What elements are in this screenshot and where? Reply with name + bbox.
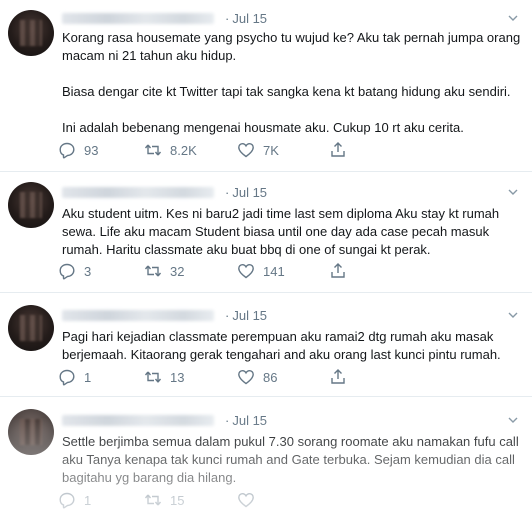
like-button[interactable]: 86: [237, 368, 329, 386]
like-count: 7K: [263, 142, 279, 158]
author-name-blurred[interactable]: [62, 414, 214, 426]
reply-button[interactable]: 3: [58, 262, 144, 280]
caret-down-icon[interactable]: [508, 187, 518, 197]
tweet-2[interactable]: · Jul 15 Aku student uitm. Kes ni baru2 …: [0, 172, 532, 293]
caret-down-icon[interactable]: [508, 415, 518, 425]
action-bar: 1 13 86: [58, 368, 415, 386]
caret-down-icon[interactable]: [508, 13, 518, 23]
reply-button[interactable]: 1: [58, 368, 144, 386]
author-name-blurred[interactable]: [62, 12, 214, 24]
reply-icon: [59, 263, 75, 280]
retweet-button[interactable]: 8.2K: [144, 141, 237, 159]
share-button[interactable]: [329, 262, 415, 280]
reply-button[interactable]: 1: [58, 491, 144, 509]
retweet-count: 8.2K: [170, 142, 197, 158]
reply-count: 93: [84, 142, 99, 158]
retweet-icon: [144, 265, 162, 277]
tweet-4[interactable]: · Jul 15 Settle berjimba semua dalam puk…: [0, 397, 532, 530]
like-icon: [238, 492, 254, 508]
share-icon: [331, 263, 345, 278]
retweet-icon: [144, 144, 162, 156]
like-icon: [238, 263, 254, 279]
avatar[interactable]: [8, 182, 54, 228]
timestamp[interactable]: Jul 15: [232, 308, 267, 323]
tweet-header: · Jul 15: [62, 306, 267, 324]
retweet-icon: [144, 494, 162, 506]
reply-count: 1: [84, 369, 92, 385]
author-name-blurred[interactable]: [62, 186, 214, 198]
like-button[interactable]: [237, 491, 329, 509]
timestamp[interactable]: Jul 15: [232, 413, 267, 428]
tweet-text: Aku student uitm. Kes ni baru2 jadi time…: [62, 206, 500, 257]
separator: ·: [225, 412, 230, 428]
tweet-header: · Jul 15: [62, 411, 267, 429]
avatar[interactable]: [8, 10, 54, 56]
avatar[interactable]: [8, 305, 54, 351]
like-button[interactable]: 7K: [237, 141, 329, 159]
retweet-icon: [144, 371, 162, 383]
retweet-button[interactable]: 15: [144, 491, 237, 509]
separator: ·: [225, 10, 230, 26]
tweet-text: Settle berjimba semua dalam pukul 7.30 s…: [62, 434, 519, 485]
retweet-count: 13: [170, 369, 185, 385]
timestamp[interactable]: Jul 15: [232, 185, 267, 200]
like-icon: [238, 142, 254, 158]
retweet-count: 32: [170, 263, 185, 279]
separator: ·: [225, 184, 230, 200]
like-count: 86: [263, 369, 278, 385]
action-bar: 93 8.2K 7K: [58, 141, 415, 159]
like-button[interactable]: 141: [237, 262, 329, 280]
reply-count: 1: [84, 492, 92, 508]
action-bar: 1 15: [58, 491, 329, 509]
reply-count: 3: [84, 263, 92, 279]
tweet-3[interactable]: · Jul 15 Pagi hari kejadian classmate pe…: [0, 293, 532, 397]
retweet-button[interactable]: 13: [144, 368, 237, 386]
share-button[interactable]: [329, 368, 415, 386]
retweet-count: 15: [170, 492, 185, 508]
like-icon: [238, 369, 254, 385]
tweet-1[interactable]: · Jul 15 Korang rasa housemate yang psyc…: [0, 0, 532, 172]
share-icon: [331, 369, 345, 384]
tweet-header: · Jul 15: [62, 183, 267, 201]
like-count: 141: [263, 263, 285, 279]
avatar[interactable]: [8, 409, 54, 455]
reply-icon: [59, 369, 75, 386]
reply-icon: [59, 492, 75, 509]
author-name-blurred[interactable]: [62, 309, 214, 321]
caret-down-icon[interactable]: [508, 310, 518, 320]
share-icon: [331, 142, 345, 157]
timestamp[interactable]: Jul 15: [232, 11, 267, 26]
retweet-button[interactable]: 32: [144, 262, 237, 280]
reply-icon: [59, 142, 75, 159]
share-button[interactable]: [329, 141, 415, 159]
tweet-text: Korang rasa housemate yang psycho tu wuj…: [62, 30, 521, 135]
tweet-text: Pagi hari kejadian classmate perempuan a…: [62, 329, 501, 362]
reply-button[interactable]: 93: [58, 141, 144, 159]
action-bar: 3 32 141: [58, 262, 415, 280]
tweet-header: · Jul 15: [62, 9, 267, 27]
separator: ·: [225, 307, 230, 323]
